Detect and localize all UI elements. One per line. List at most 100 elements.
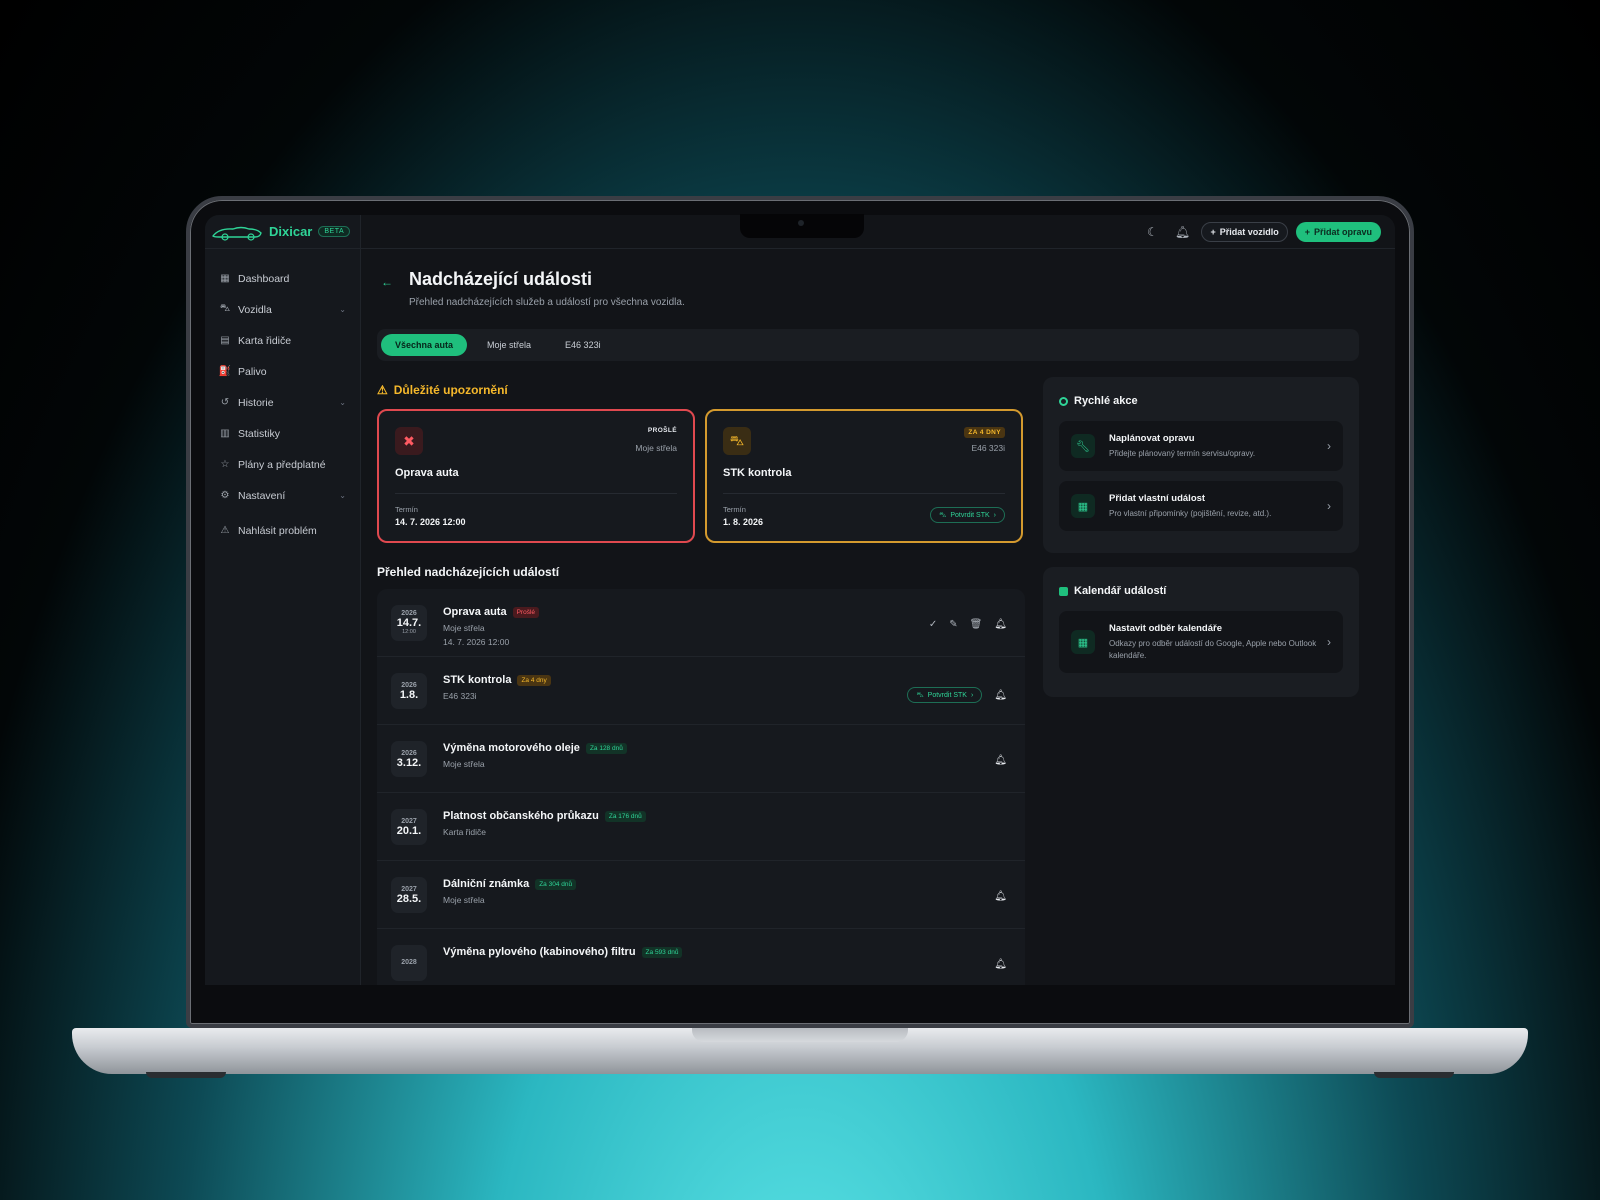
laptop-notch [740, 214, 864, 238]
event-title-text: Výměna pylového (kabinového) filtru [443, 946, 636, 958]
list-item[interactable]: 2026 1.8. STK kontrola Za 4 dny E46 323i ⛍… [377, 657, 1025, 725]
sidebar-item-nahlasit-problem[interactable]: ⚠ Nahlásit problém [205, 515, 360, 546]
date-day: 3.12. [396, 756, 422, 769]
action-title: Nastavit odběr kalendáře [1109, 622, 1222, 634]
add-vehicle-label: Přidat vozidlo [1219, 227, 1279, 237]
list-item[interactable]: 2027 28.5. Dálniční známka Za 304 dnů Moje… [377, 861, 1025, 929]
edit-icon[interactable]: ✎ [949, 619, 957, 630]
events-title: Přehled nadcházejících událostí [377, 565, 560, 579]
chevron-right-icon: › [1327, 635, 1331, 649]
term-label: Termín [395, 505, 418, 514]
sidebar-item-statistiky[interactable]: ▥ Statistiky [205, 418, 360, 449]
alert-card-stk[interactable]: ⛍ ZA 4 DNY E46 323i STK kontrola Termín … [705, 409, 1023, 543]
tab-e46[interactable]: E46 323i [551, 334, 615, 356]
gear-icon: ⚙ [220, 490, 230, 501]
bell-icon[interactable]: 🔔︎ [994, 959, 1007, 970]
brand-name: Dixicar [269, 224, 313, 239]
sidebar-item-historie[interactable]: ↺ Historie ⌄ [205, 387, 360, 418]
date-year: 2028 [401, 959, 417, 966]
warnings-title-text: Důležité upozornění [393, 383, 508, 397]
plus-icon: + [1304, 227, 1310, 237]
warnings-title: ⚠ Důležité upozornění [377, 383, 508, 397]
confirm-stk-button[interactable]: ⛍ Potvrdit STK › [930, 507, 1005, 523]
list-item[interactable]: 2026 14.7. 12:00 Oprava auta Prošlé Moje st… [377, 589, 1025, 657]
calendar-panel: Kalendář událostí ▦ Nastavit odběr kalen… [1043, 567, 1359, 697]
sidebar-item-vozidla[interactable]: ⛍ Vozidla ⌄ [205, 294, 360, 325]
event-title: STK kontrola Za 4 dny [443, 674, 551, 686]
laptop-base-notch [692, 1028, 908, 1042]
plan-repair-action[interactable]: 🔧︎ Naplánovat opravu Přidejte plánovaný … [1059, 421, 1343, 471]
bell-icon[interactable]: 🔔︎ [994, 690, 1007, 701]
sidebar-item-palivo[interactable]: ⛽ Palivo [205, 356, 360, 387]
top-actions: ☾ 🔔︎ + Přidat vozidlo + Přidat opravu [1141, 221, 1381, 243]
bell-icon[interactable]: 🔔︎ [994, 755, 1007, 766]
sidebar-item-karta-ridice[interactable]: ▤ Karta řidiče [205, 325, 360, 356]
list-item[interactable]: 2026 3.12. Výměna motorového oleje Za 128 … [377, 725, 1025, 793]
add-custom-event-action[interactable]: ▦ Přidat vlastní událost Pro vlastní při… [1059, 481, 1343, 531]
chevron-down-icon: ⌄ [339, 305, 346, 314]
alert-name: Oprava auta [395, 467, 459, 479]
sidebar-item-label: Historie [238, 396, 274, 409]
check-icon[interactable]: ✓ [929, 619, 937, 630]
calendar-title: Kalendář událostí [1059, 585, 1343, 597]
add-vehicle-button[interactable]: + Přidat vozidlo [1201, 222, 1288, 242]
status-badge: PROŠLÉ [647, 427, 677, 434]
event-title: Dálniční známka Za 304 dnů [443, 878, 577, 890]
list-item[interactable]: 2027 20.1. Platnost občanského průkazu Za … [377, 793, 1025, 861]
action-title: Naplánovat opravu [1109, 432, 1195, 444]
quick-actions-title: Rychlé akce [1059, 395, 1343, 407]
status-badge: Za 128 dnů [585, 742, 627, 754]
calendar-subscribe-action[interactable]: ▦ Nastavit odběr kalendáře Odkazy pro od… [1059, 611, 1343, 673]
date-box: 2026 3.12. [391, 741, 427, 777]
date-box: 2027 28.5. [391, 877, 427, 913]
camera-icon [798, 220, 804, 226]
date-box: 2027 20.1. [391, 809, 427, 845]
tab-all-cars[interactable]: Všechna auta [381, 334, 468, 356]
sidebar-item-nastaveni[interactable]: ⚙ Nastavení ⌄ [205, 480, 360, 511]
date-year: 2026 [401, 681, 417, 689]
row-actions: 🔔︎ [994, 959, 1007, 970]
bell-icon[interactable]: 🔔︎ [994, 891, 1007, 902]
alert-card-repair[interactable]: ✖ PROŠLÉ Moje střela Oprava auta Termín … [377, 409, 695, 543]
list-item[interactable]: 2028 Výměna pylového (kabinového) filtru… [377, 929, 1025, 985]
chevron-right-icon: › [1327, 439, 1331, 453]
bell-icon[interactable]: 🔔︎ [1171, 221, 1193, 243]
car-icon: ⛍ [916, 691, 924, 699]
action-desc: Pro vlastní připomínky (pojištění, reviz… [1109, 508, 1272, 518]
add-repair-button[interactable]: + Přidat opravu [1295, 222, 1381, 242]
term-label: Termín [723, 505, 746, 514]
moon-icon[interactable]: ☾ [1141, 221, 1163, 243]
chevron-down-icon: ⌄ [339, 398, 346, 407]
brand[interactable]: Dixicar BETA [205, 215, 360, 249]
calendar-title-text: Kalendář událostí [1074, 585, 1167, 597]
alert-name: STK kontrola [723, 467, 792, 479]
chevron-right-icon: › [1327, 499, 1331, 513]
bell-icon[interactable]: 🔔︎ [994, 619, 1007, 630]
sidebar-item-label: Statistiky [238, 427, 281, 440]
row-actions: 🔔︎ [994, 891, 1007, 902]
event-title: Oprava auta Prošlé [443, 606, 540, 618]
chevron-right-icon: › [993, 511, 996, 519]
event-title-text: Dálniční známka [443, 878, 530, 890]
confirm-stk-button[interactable]: ⛍ Potvrdit STK › [907, 687, 983, 703]
back-arrow-icon[interactable]: ← [381, 275, 393, 289]
car-icon: ⛍ [939, 511, 947, 519]
date-day: 20.1. [396, 824, 422, 837]
page-title: Nadcházející události [409, 269, 593, 289]
row-actions: 🔔︎ [994, 755, 1007, 766]
trash-icon[interactable]: 🗑︎ [970, 619, 983, 630]
sidebar-item-plany[interactable]: ☆ Plány a předplatné [205, 449, 360, 480]
action-desc: Přidejte plánovaný termín servisu/opravy… [1109, 448, 1256, 458]
event-title-text: Platnost občanského průkazu [443, 810, 599, 822]
history-icon: ↺ [220, 397, 230, 408]
event-vehicle: Moje střela [443, 623, 485, 633]
sidebar-item-label: Nastavení [238, 489, 286, 502]
event-title: Platnost občanského průkazu Za 176 dnů [443, 810, 646, 822]
action-text: Naplánovat opravu Přidejte plánovaný ter… [1109, 433, 1319, 460]
calendar-icon [1059, 586, 1068, 596]
tab-moje-strela[interactable]: Moje střela [473, 334, 545, 356]
topbar: ☾ 🔔︎ + Přidat vozidlo + Přidat opravu [361, 215, 1395, 249]
vehicle-tabs: Všechna auta Moje střela E46 323i [377, 329, 1359, 361]
sidebar-item-dashboard[interactable]: ▦ Dashboard [205, 263, 360, 294]
calendar-plus-icon: ▦ [1071, 494, 1095, 518]
